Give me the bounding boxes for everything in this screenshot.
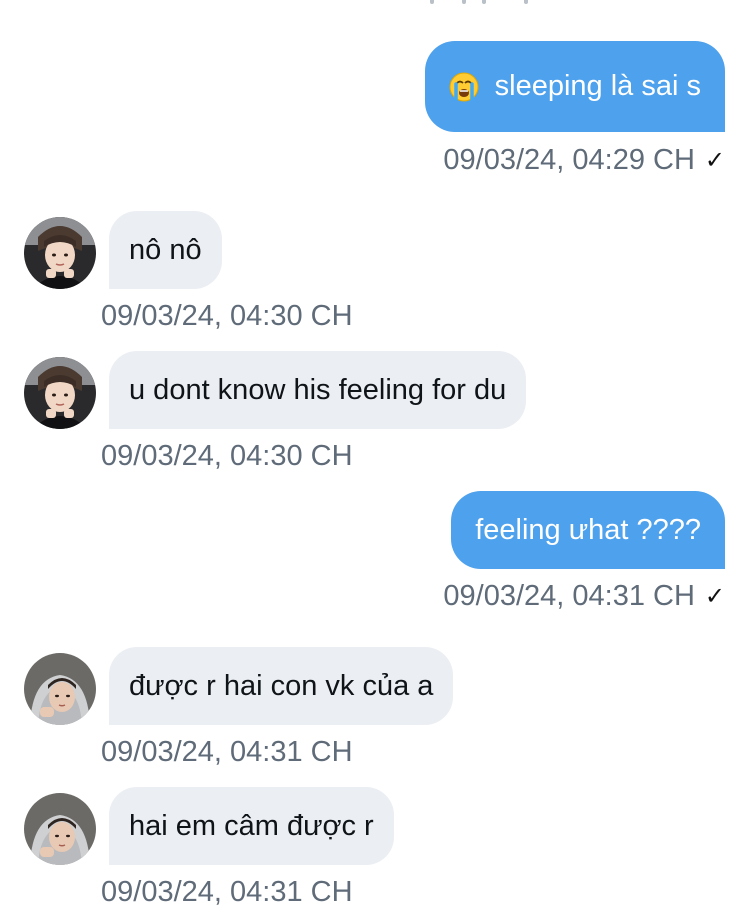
timestamp-text: 09/03/24, 04:31 CH bbox=[443, 579, 695, 612]
outgoing-message-bubble[interactable]: sleeping là sai s bbox=[424, 41, 725, 132]
outgoing-message-bubble[interactable]: feeling ưhat ???? bbox=[451, 491, 725, 569]
message-timestamp: 09/03/24, 04:31 CH bbox=[101, 874, 353, 910]
message-text: feeling ưhat ???? bbox=[475, 513, 701, 546]
incoming-message-bubble[interactable]: nô nô bbox=[109, 211, 222, 289]
incoming-message-bubble[interactable]: hai em câm được r bbox=[109, 787, 394, 865]
message-timestamp: 09/03/24, 04:31 CH bbox=[101, 734, 353, 770]
previous-message-fragment bbox=[420, 0, 540, 8]
timestamp-text: 09/03/24, 04:31 CH bbox=[101, 735, 353, 768]
avatar[interactable] bbox=[24, 653, 96, 725]
message-text: u dont know his feeling for du bbox=[129, 373, 507, 406]
incoming-message-bubble[interactable]: u dont know his feeling for du bbox=[109, 351, 527, 429]
avatar[interactable] bbox=[24, 793, 96, 865]
read-check-icon: ✓ bbox=[704, 582, 725, 610]
message-text: sleeping là sai s bbox=[494, 70, 701, 102]
timestamp-text: 09/03/24, 04:30 CH bbox=[101, 299, 353, 332]
message-text: hai em câm được r bbox=[129, 809, 374, 842]
timestamp-text: 09/03/24, 04:29 CH bbox=[443, 143, 695, 176]
avatar[interactable] bbox=[24, 357, 96, 429]
message-text: được r hai con vk của a bbox=[129, 669, 434, 702]
avatar[interactable] bbox=[24, 217, 96, 289]
message-text: nô nô bbox=[129, 233, 202, 266]
message-timestamp: 09/03/24, 04:31 CH ✓ bbox=[443, 578, 725, 614]
message-timestamp: 09/03/24, 04:30 CH bbox=[101, 438, 353, 474]
incoming-message-bubble[interactable]: được r hai con vk của a bbox=[109, 647, 454, 725]
timestamp-text: 09/03/24, 04:30 CH bbox=[101, 439, 353, 472]
message-timestamp: 09/03/24, 04:30 CH bbox=[101, 298, 353, 334]
read-check-icon: ✓ bbox=[704, 146, 725, 174]
timestamp-text: 09/03/24, 04:31 CH bbox=[101, 875, 353, 908]
message-timestamp: 09/03/24, 04:29 CH ✓ bbox=[443, 142, 725, 178]
loudly-crying-face-icon bbox=[449, 72, 479, 101]
